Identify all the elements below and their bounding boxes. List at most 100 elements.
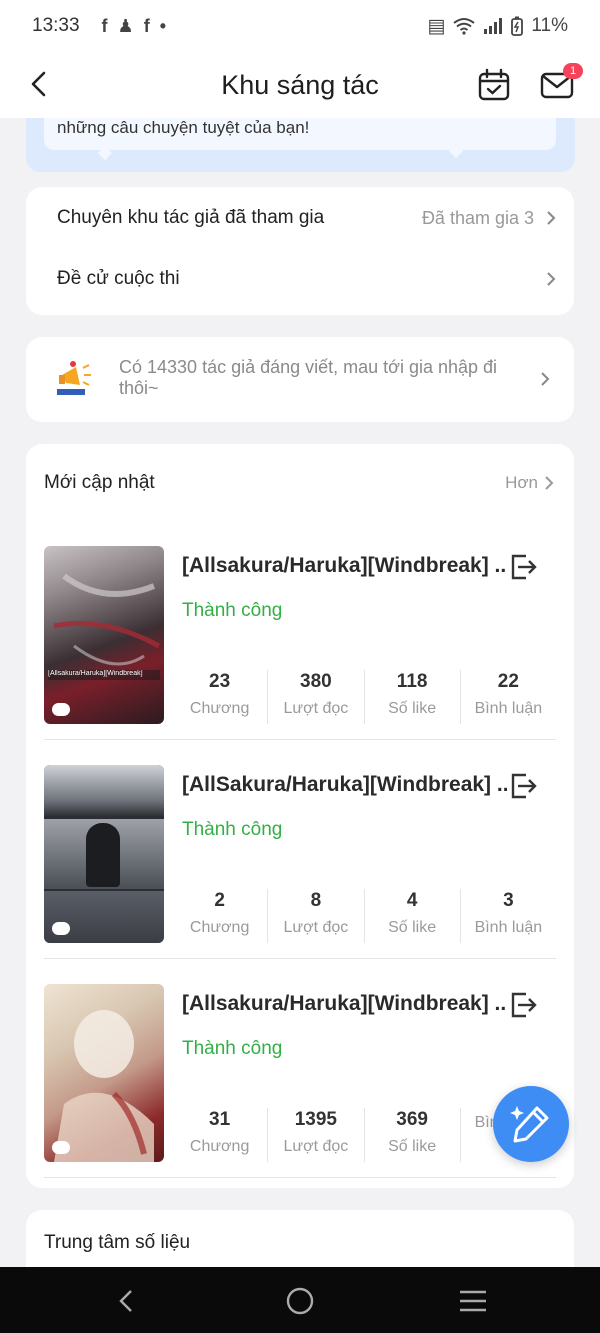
stat-chapters: 23 Chương [172, 670, 269, 724]
stat-label: Lượt đọc [283, 919, 349, 936]
stat-value: 23 [209, 671, 231, 692]
section-title: Mới cập nhật [44, 472, 155, 493]
stat-reads: 1395 Lượt đọc [268, 1108, 365, 1162]
cover-figure [86, 823, 120, 887]
stat-label: Chương [189, 700, 250, 717]
calendar-check-icon[interactable] [477, 68, 511, 102]
menu-card: Chuyên khu tác giả đã tham gia Đã tham g… [26, 187, 574, 315]
stat-chapters: 31 Chương [172, 1108, 269, 1162]
story-stats: 23 Chương 380 Lượt đọc 118 Số like 22 Bình l… [172, 670, 556, 724]
section-title: Trung tâm số liệu [44, 1232, 191, 1253]
chevron-right-icon [545, 476, 554, 490]
stat-likes: 4 Số like [365, 889, 461, 943]
more-link[interactable]: Hơn [505, 473, 554, 493]
facebook-icon-2: f [143, 15, 150, 36]
stat-value: 369 [396, 1109, 428, 1130]
story-status: Thành công [182, 819, 283, 840]
stat-label: Lượt đọc [283, 1138, 349, 1155]
contest-nomination-row[interactable]: Đề cử cuộc thi [57, 265, 556, 293]
battery-icon [511, 16, 524, 36]
comment-icon [52, 703, 70, 716]
stat-reads: 380 Lượt đọc [268, 670, 365, 724]
stat-likes: 369 Số like [365, 1108, 461, 1162]
chevron-right-icon [547, 211, 556, 225]
banner-text-box: những câu chuyện tuyệt của bạn! [44, 118, 556, 150]
pen-sparkle-icon [510, 1106, 549, 1143]
status-bar: 13:33 f ♟ f • ▤ 11% [0, 0, 600, 52]
stat-value: 4 [406, 890, 418, 911]
facebook-icon: f [101, 15, 108, 36]
notice-text: Có 14330 tác giả đáng viết, mau tới gia … [119, 357, 498, 398]
cover-caption: [Allsakura/Haruka][Windbreak] [48, 670, 143, 677]
nav-back-icon[interactable] [113, 1287, 141, 1315]
back-arrow-icon[interactable] [22, 66, 58, 102]
stat-value: 8 [310, 890, 322, 911]
page-title: Khu sáng tác [221, 69, 379, 100]
export-icon[interactable] [508, 552, 538, 582]
story-title[interactable]: [Allsakura/Haruka][Windbreak] ... [182, 554, 507, 578]
recent-updates-card: Mới cập nhật Hơn [Allsakura/Haruka][Wind… [26, 444, 574, 1188]
vibrate-icon: ▤ [427, 15, 446, 37]
stat-label: Số like [388, 700, 437, 717]
write-fab-button[interactable] [493, 1086, 569, 1162]
stat-label: Số like [388, 919, 437, 936]
stat-value: 118 [396, 671, 428, 692]
more-label: Hơn [505, 473, 538, 492]
comment-icon [52, 1141, 70, 1154]
stat-value: 1395 [294, 1109, 338, 1130]
story-cover[interactable] [44, 765, 164, 943]
stat-value: 2 [214, 890, 225, 911]
joined-zones-label: Chuyên khu tác giả đã tham gia [57, 207, 325, 228]
cover-art [48, 573, 161, 680]
stat-comments: 22 Bình luận [461, 670, 556, 724]
stat-label: Lượt đọc [283, 700, 349, 717]
signal-icon [484, 18, 503, 34]
export-icon[interactable] [508, 990, 538, 1020]
comment-icon [52, 922, 70, 935]
story-cover[interactable] [44, 984, 164, 1162]
story-cover[interactable]: [Allsakura/Haruka][Windbreak] [44, 546, 164, 724]
nav-menu-icon[interactable] [458, 1288, 488, 1314]
recruit-notice[interactable]: Có 14330 tác giả đáng viết, mau tới gia … [26, 337, 574, 422]
story-stats: 2 Chương 8 Lượt đọc 4 Số like 3 Bình luận [172, 889, 556, 943]
story-item[interactable]: [Allsakura/Haruka][Windbreak] [Allsakura… [44, 546, 556, 740]
story-item[interactable]: [AllSakura/Haruka][Windbreak] ... Thành … [44, 765, 556, 959]
system-nav-bar [0, 1267, 600, 1333]
megaphone-icon [57, 361, 91, 395]
mail-badge: 1 [563, 63, 583, 79]
stat-value: 380 [300, 671, 332, 692]
stat-label: Chương [189, 1138, 250, 1155]
stat-label: Bình luận [474, 700, 543, 717]
nav-home-icon[interactable] [285, 1286, 315, 1316]
stat-label: Bình luận [474, 919, 543, 936]
chevron-right-icon [547, 272, 556, 286]
export-icon[interactable] [508, 771, 538, 801]
stat-label: Số like [388, 1138, 437, 1155]
intro-banner: những câu chuyện tuyệt của bạn! [26, 118, 575, 172]
dot-icon: • [159, 15, 166, 36]
story-item[interactable]: [Allsakura/Haruka][Windbreak] ... Thành … [44, 984, 556, 1178]
stat-value: 22 [497, 671, 519, 692]
stat-value: 31 [209, 1109, 231, 1130]
battery-level: 11% [531, 15, 568, 36]
contest-nomination-label: Đề cử cuộc thi [57, 268, 180, 289]
cover-art [54, 1010, 154, 1162]
stat-reads: 8 Lượt đọc [268, 889, 365, 943]
story-title[interactable]: [AllSakura/Haruka][Windbreak] ... [182, 773, 507, 797]
app-header: Khu sáng tác [0, 52, 600, 118]
status-time: 13:33 [32, 15, 80, 36]
story-title[interactable]: [Allsakura/Haruka][Windbreak] ... [182, 992, 507, 1016]
banner-text: những câu chuyện tuyệt của bạn! [57, 118, 310, 137]
chevron-right-icon [541, 372, 550, 386]
wifi-icon [453, 18, 475, 35]
joined-zones-row[interactable]: Chuyên khu tác giả đã tham gia Đã tham g… [57, 204, 556, 232]
stat-chapters: 2 Chương [172, 889, 269, 943]
cover-panel [44, 765, 164, 817]
stat-comments: 3 Bình luận [461, 889, 556, 943]
stat-label: Chương [189, 919, 250, 936]
story-status: Thành công [182, 1038, 283, 1059]
stat-value: 3 [503, 890, 514, 911]
stat-likes: 118 Số like [365, 670, 461, 724]
story-status: Thành công [182, 600, 283, 621]
joined-zones-value: Đã tham gia 3 [421, 207, 534, 228]
